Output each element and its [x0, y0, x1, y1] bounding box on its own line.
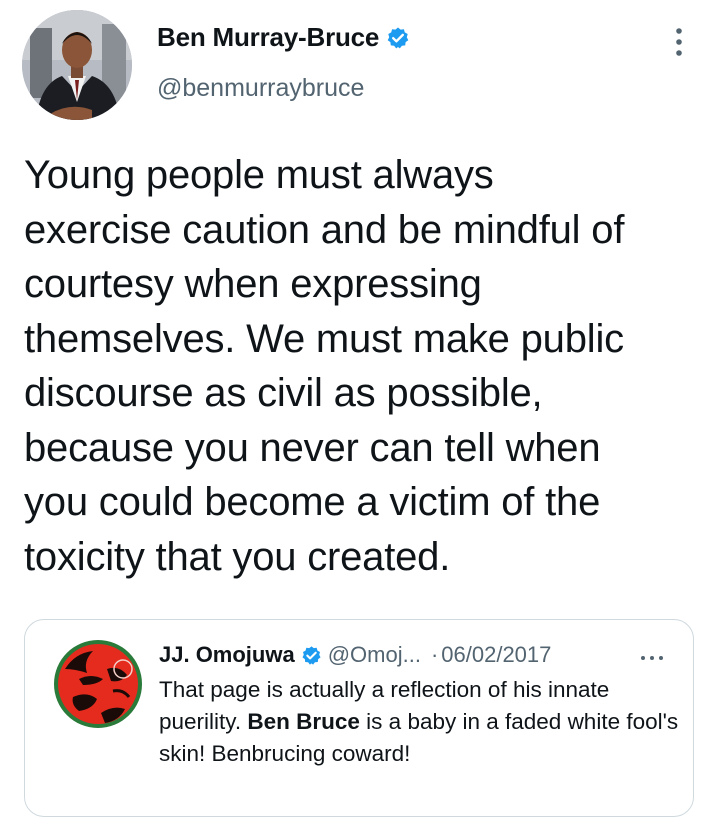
quoted-tweet-card[interactable]: JJ. Omojuwa @Omoj... · 06/02/2017 That p…: [24, 619, 694, 817]
quoted-author-handle[interactable]: @Omoj...: [328, 642, 421, 668]
author-avatar[interactable]: [22, 10, 132, 120]
quoted-tweet-text: That page is actually a reflection of hi…: [159, 674, 679, 770]
verified-badge-icon: [386, 26, 410, 50]
tweet-header: Ben Murray-Bruce @benmurraybruce: [0, 0, 720, 130]
quoted-tweet-date[interactable]: 06/02/2017: [441, 642, 551, 668]
tweet-text: Young people must always exercise cautio…: [24, 153, 625, 579]
quoted-author-avatar[interactable]: [53, 639, 143, 729]
separator-dot: ·: [430, 642, 439, 667]
verified-badge-icon: [301, 645, 322, 666]
quoted-author-avatar-image: [54, 640, 142, 728]
quoted-text-bold: Ben Bruce: [247, 709, 360, 734]
author-name-row: Ben Murray-Bruce: [157, 22, 410, 53]
quoted-tweet-header: JJ. Omojuwa @Omoj... · 06/02/2017: [159, 642, 551, 668]
author-handle[interactable]: @benmurraybruce: [157, 74, 364, 103]
more-vertical-icon[interactable]: [664, 25, 694, 59]
quoted-author-name[interactable]: JJ. Omojuwa: [159, 642, 295, 668]
author-avatar-image: [22, 10, 132, 120]
author-name[interactable]: Ben Murray-Bruce: [157, 22, 379, 53]
more-horizontal-icon[interactable]: [637, 650, 667, 660]
